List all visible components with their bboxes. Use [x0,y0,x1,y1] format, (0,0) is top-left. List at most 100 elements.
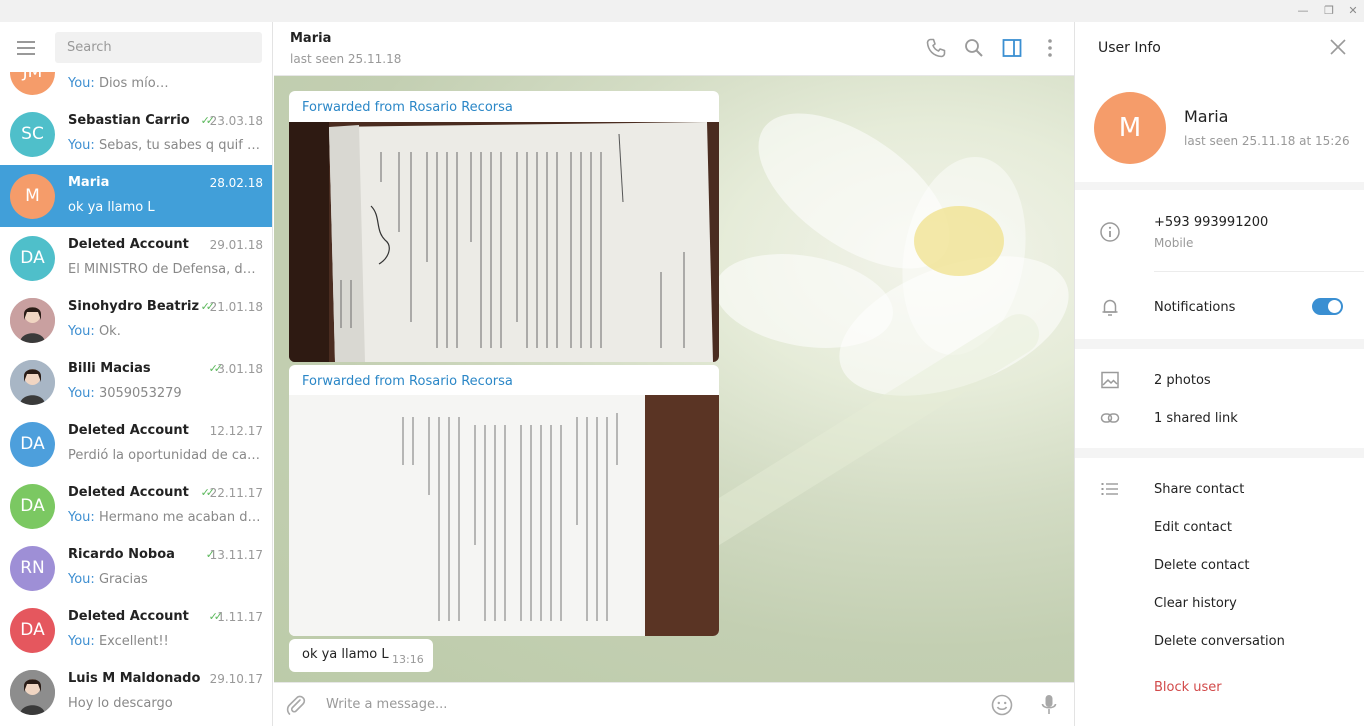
close-window-icon[interactable]: ✕ [1340,0,1364,22]
sender-prefix: You: [68,510,95,525]
forwarded-photo-message[interactable]: Forwarded from Rosario Recorsa [289,91,719,362]
phone-number[interactable]: +593 993991200 [1154,215,1268,230]
avatar[interactable]: DA [10,422,55,467]
message-text: ok ya llamo L [302,647,389,662]
search-icon[interactable] [962,36,986,60]
profile-photo [10,298,55,343]
minimize-icon[interactable]: — [1290,0,1316,22]
chat-preview: You: Hermano me acaban de ll... [68,510,263,525]
chat-preview: You: 3059053279 [68,386,263,401]
photos-link[interactable]: 2 photos [1154,373,1211,388]
chat-name: Luis M Maldonado [68,671,201,686]
chat-list-header: Search [0,22,272,72]
chat-preview: You: Excellent!! [68,634,263,649]
preview-text: Excellent!! [98,634,169,649]
avatar[interactable] [10,360,55,405]
chat-list-item[interactable]: SC Sebastian Carrio ✓✓ 23.03.18 You: Sebas, … [0,103,272,165]
edit-contact-button[interactable]: Edit contact [1154,520,1232,535]
more-vertical-icon[interactable] [1038,36,1062,60]
notifications-label: Notifications [1154,300,1236,315]
preview-text: Hermano me acaban de ll... [98,510,263,525]
photo-icon [1101,371,1119,389]
bell-icon [1102,299,1118,316]
avatar[interactable]: DA [10,608,55,653]
message-input[interactable]: Write a message... [326,697,447,712]
search-input[interactable]: Search [55,32,262,63]
user-last-seen: last seen 25.11.18 at 15:26 [1184,134,1350,148]
chat-list-item[interactable]: DA Deleted Account ✓✓ 1.11.17 You: Excellent… [0,599,272,661]
conversation-header: Maria last seen 25.11.18 [274,22,1074,76]
avatar[interactable]: SC [10,112,55,157]
hamburger-icon[interactable] [17,41,37,55]
text-message[interactable]: ok ya llamo L 13:16 [289,639,433,672]
chat-list-item[interactable]: DA Deleted Account 29.01.18 El MINISTRO de … [0,227,272,289]
preview-text: Hoy lo descargo [68,696,173,711]
phone-icon[interactable] [924,36,948,60]
avatar[interactable]: M [10,174,55,219]
avatar[interactable] [10,298,55,343]
paperclip-icon[interactable] [284,693,308,717]
preview-text: Gracias [98,572,148,587]
chat-date: 28.02.18 [209,176,263,190]
window-titlebar: — ❐ ✕ [0,0,1364,22]
user-info-panel: User Info M Maria last seen 25.11.18 at … [1074,22,1364,726]
chat-preview: You: Sebas, tu sabes q quif te q... [68,138,263,153]
chat-preview: ok ya llamo L [68,200,263,215]
chat-date: 3.01.18 [217,362,263,376]
notifications-toggle[interactable] [1312,298,1343,315]
chat-date: 22.11.17 [209,486,263,500]
avatar[interactable]: DA [10,236,55,281]
background-flower-center [914,206,1004,276]
share-contact-button[interactable]: Share contact [1154,482,1244,497]
profile-photo [10,670,55,715]
clear-history-button[interactable]: Clear history [1154,596,1237,611]
sender-prefix: You: [68,572,95,587]
sidebar-toggle-icon[interactable] [1000,36,1024,60]
document-photo[interactable] [289,395,719,636]
chat-preview: You: Dios mío… [68,76,263,91]
contact-actions: Share contact Edit contact Delete contac… [1075,458,1364,726]
peer-name[interactable]: Maria [290,31,331,46]
chat-name: Deleted Account [68,237,189,252]
chat-list-item[interactable]: DA Deleted Account 12.12.17 Perdió la oport… [0,413,272,475]
block-user-button[interactable]: Block user [1154,680,1222,695]
message-composer: Write a message... [274,682,1074,726]
conversation-panel: Maria last seen 25.11.18 Forwarded from … [274,22,1074,726]
chat-name: Sinohydro Beatriz [68,299,200,314]
chat-list-item[interactable]: Billi Macias ✓✓ 3.01.18 You: 3059053279 [0,351,272,413]
avatar[interactable]: RN [10,546,55,591]
delete-conversation-button[interactable]: Delete conversation [1154,634,1285,649]
emoji-icon[interactable] [990,693,1014,717]
chat-date: 21.01.18 [209,300,263,314]
user-name: Maria [1184,107,1229,126]
chat-list-item[interactable]: RN Ricardo Noboa ✓ 13.11.17 You: Gracias [0,537,272,599]
chat-list-item[interactable]: DA Deleted Account ✓✓ 22.11.17 You: Hermano … [0,475,272,537]
document-photo[interactable] [289,122,719,362]
chat-name: Billi Macias [68,361,151,376]
forwarded-photo-message[interactable]: Forwarded from Rosario Recorsa [289,365,719,636]
forwarded-from-label[interactable]: Forwarded from Rosario Recorsa [302,374,513,389]
chat-list-item[interactable]: Sinohydro Beatriz ✓✓ 21.01.18 You: Ok. [0,289,272,351]
delete-contact-button[interactable]: Delete contact [1154,558,1250,573]
chat-name: Ricardo Noboa [68,547,175,562]
avatar[interactable]: M [1094,92,1166,164]
contact-details: +593 993991200 Mobile Notifications [1075,190,1364,339]
avatar[interactable] [10,670,55,715]
sender-prefix: You: [68,634,95,649]
toggle-knob [1328,300,1341,313]
microphone-icon[interactable] [1037,692,1061,718]
divider [1154,271,1364,272]
chat-preview: Hoy lo descargo [68,696,263,711]
panel-title: User Info [1098,40,1161,56]
message-time: 13:16 [392,653,424,666]
chat-list-item[interactable]: M Maria 28.02.18 ok ya llamo L [0,165,272,227]
chat-preview: You: Gracias [68,572,263,587]
shared-links-link[interactable]: 1 shared link [1154,411,1238,426]
forwarded-from-label[interactable]: Forwarded from Rosario Recorsa [302,100,513,115]
close-icon[interactable] [1329,38,1347,56]
chat-preview: You: Ok. [68,324,263,339]
chat-list-item[interactable]: Luis M Maldonado 29.10.17 Hoy lo descargo [0,661,272,723]
avatar[interactable]: DA [10,484,55,529]
maximize-icon[interactable]: ❐ [1316,0,1342,22]
preview-text: Dios mío… [98,76,169,91]
